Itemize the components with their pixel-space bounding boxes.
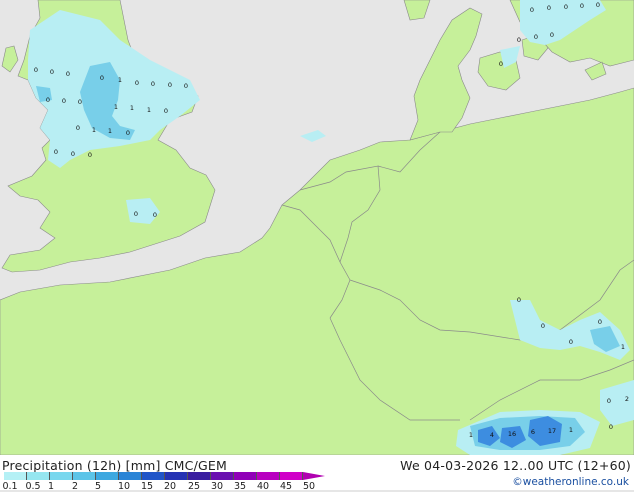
legend-swatch	[96, 472, 119, 480]
value-label: 0	[50, 68, 54, 76]
value-label: 0	[541, 322, 545, 330]
value-label: 17	[548, 427, 556, 435]
legend-label: 40	[256, 481, 270, 492]
legend-swatch	[142, 472, 165, 480]
legend-colorbar	[4, 472, 303, 480]
map-title: Precipitation (12h) [mm] CMC/GEM	[2, 458, 227, 473]
value-label: 0	[71, 150, 75, 158]
legend-label: 1	[47, 481, 55, 492]
value-label: 0	[66, 70, 70, 78]
legend-swatch	[119, 472, 142, 480]
value-label: 0	[78, 98, 82, 106]
value-label: 1	[114, 103, 118, 111]
value-label: 6	[531, 428, 535, 436]
value-label: 0	[164, 107, 168, 115]
value-label: 0	[607, 397, 611, 405]
value-label: 0	[100, 74, 104, 82]
valid-time: We 04-03-2026 12..00 UTC (12+60)	[400, 458, 631, 473]
value-label: 0	[134, 210, 138, 218]
legend-label: 5	[94, 481, 102, 492]
legend-swatch	[27, 472, 50, 480]
legend-label: 35	[233, 481, 247, 492]
value-label: 0	[153, 211, 157, 219]
legend-label: 0.5	[25, 481, 41, 492]
value-label: 0	[88, 151, 92, 159]
legend-swatch	[188, 472, 211, 480]
value-label: 0	[54, 148, 58, 156]
legend-label: 20	[163, 481, 177, 492]
value-label: 0	[46, 96, 50, 104]
legend-label: 15	[140, 481, 154, 492]
value-label: 0	[598, 318, 602, 326]
value-label: 0	[517, 296, 521, 304]
value-label: 1	[92, 126, 96, 134]
value-label: 0	[550, 31, 554, 39]
legend-swatch	[234, 472, 257, 480]
value-label: 4	[490, 431, 494, 439]
value-label: 0	[534, 33, 538, 41]
legend-label: 50	[302, 481, 316, 492]
value-label: 0	[499, 60, 503, 68]
value-label: 1	[147, 106, 151, 114]
value-label: 1	[469, 431, 473, 439]
legend-swatch	[211, 472, 234, 480]
value-label: 1	[569, 426, 573, 434]
legend-swatch	[257, 472, 280, 480]
value-label: 0	[151, 80, 155, 88]
value-label: 0	[596, 1, 600, 9]
value-label: 1	[118, 76, 122, 84]
legend-swatch	[73, 472, 96, 480]
value-label: 16	[508, 430, 516, 438]
legend-arrow	[303, 472, 325, 480]
value-label: 0	[564, 3, 568, 11]
value-label: 1	[621, 343, 625, 351]
value-label: 0	[62, 97, 66, 105]
value-label: 0	[547, 4, 551, 12]
value-label: 0	[126, 129, 130, 137]
value-label: 0	[184, 82, 188, 90]
precipitation-map: 0 0 0 0 1 0 0 0 0 0 0 0 1 1 1 0 0 1 1 0 …	[0, 0, 634, 490]
value-label: 0	[135, 79, 139, 87]
legend-swatch	[50, 472, 73, 480]
value-label: 1	[130, 104, 134, 112]
value-label: 0	[580, 2, 584, 10]
value-label: 0	[76, 124, 80, 132]
legend-label: 0.1	[2, 481, 18, 492]
legend-label: 10	[117, 481, 131, 492]
legend-swatch	[165, 472, 188, 480]
legend-swatch	[280, 472, 303, 480]
legend-label: 25	[187, 481, 201, 492]
value-label: 0	[530, 6, 534, 14]
value-label: 1	[108, 127, 112, 135]
value-label: 0	[609, 423, 613, 431]
value-label: 0	[34, 66, 38, 74]
legend-label: 2	[71, 481, 79, 492]
legend-label: 30	[210, 481, 224, 492]
credit-link[interactable]: ©weatheronline.co.uk	[512, 476, 629, 488]
legend-label: 45	[279, 481, 293, 492]
legend-swatch	[4, 472, 27, 480]
value-label: 0	[168, 81, 172, 89]
value-label: 0	[569, 338, 573, 346]
value-label: 0	[517, 36, 521, 44]
value-label: 2	[625, 395, 629, 403]
